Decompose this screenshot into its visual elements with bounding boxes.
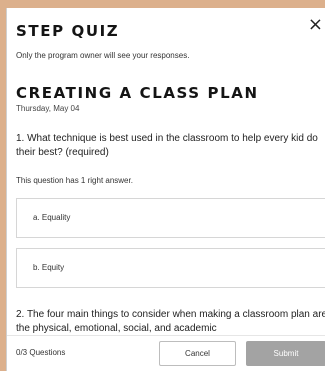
close-icon[interactable]: × [308, 16, 323, 34]
question-1-note: This question has 1 right answer. [16, 176, 133, 185]
question-1-text: 1. What technique is best used in the cl… [16, 133, 318, 158]
modal-footer: 0/3 Questions Cancel Submit [7, 335, 325, 371]
question-progress: 0/3 Questions [16, 348, 66, 357]
answer-option-label: b. Equity [33, 263, 65, 272]
submit-button[interactable]: Submit [246, 341, 325, 366]
quiz-modal: STEP QUIZ × Only the program owner will … [6, 8, 325, 371]
quiz-content[interactable]: STEP QUIZ × Only the program owner will … [7, 8, 325, 335]
answer-option-label: a. Equality [33, 213, 71, 222]
cancel-button[interactable]: Cancel [159, 341, 236, 366]
answer-option-equality[interactable]: a. Equality [16, 198, 325, 238]
answer-option-equity[interactable]: b. Equity [16, 248, 325, 288]
plan-date: Thursday, May 04 [16, 104, 80, 113]
privacy-note: Only the program owner will see your res… [16, 51, 190, 60]
plan-title: CREATING A CLASS PLAN [16, 84, 259, 102]
question-2-text: 2. The four main things to consider when… [16, 309, 325, 334]
modal-title: STEP QUIZ [16, 22, 120, 40]
